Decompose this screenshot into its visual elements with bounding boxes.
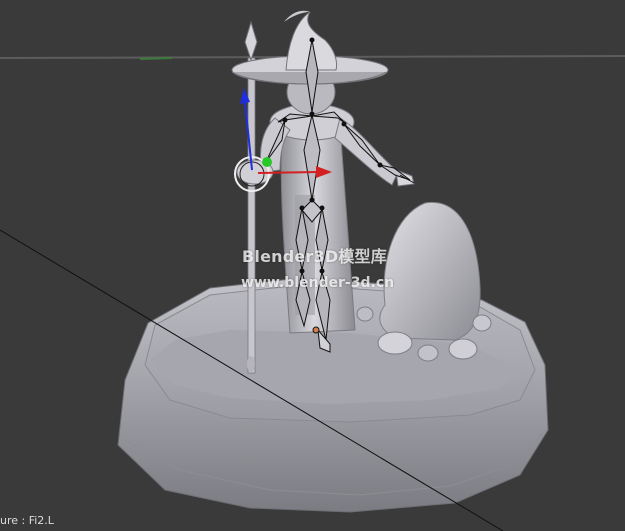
rock[interactable] [379,201,481,341]
selected-object-label: ure : Fi2.L [0,514,54,527]
grid-green-axis [139,57,173,60]
scene-canvas[interactable] [0,0,625,531]
x-axis[interactable] [257,171,319,174]
y-axis[interactable] [262,157,272,167]
3d-viewport[interactable]: Blender3D模型库 www.blender-3d.cn ure : Fi2… [0,0,625,531]
